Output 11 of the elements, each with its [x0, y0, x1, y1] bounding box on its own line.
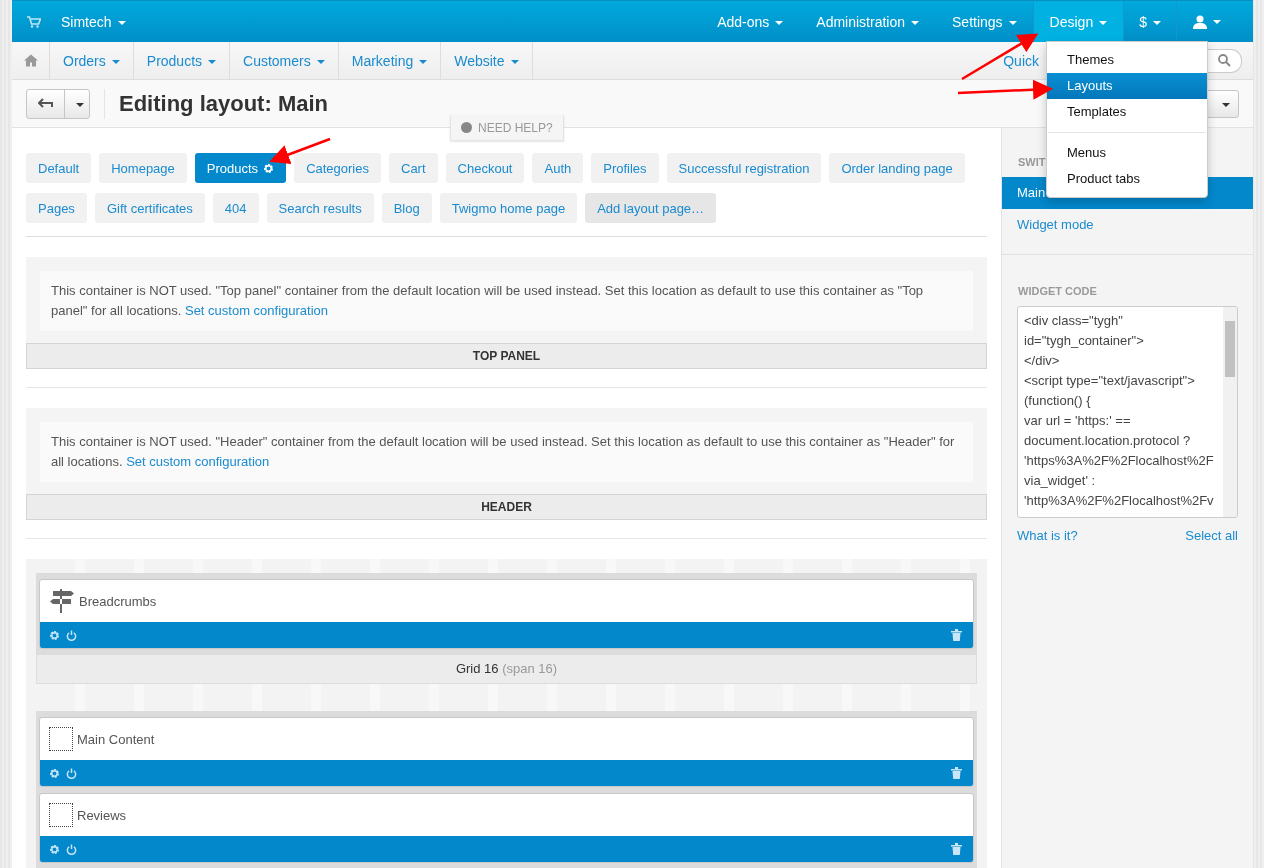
container-title: TOP PANEL	[26, 343, 987, 369]
page-title: Editing layout: Main	[104, 88, 328, 119]
section-heading: WIDGET CODE	[1018, 285, 1097, 297]
container-title: HEADER	[26, 494, 987, 520]
notice-text: This container is NOT used. "Top panel" container from the default location will be used instead. Set this location as default to use this container as "Top panel" for all locations. Set custom configuration	[40, 271, 973, 331]
notice-text: This container is NOT used. "Header" container from the default location will be used instead. Set this location as default to use this container as "Header" for all locations. Set custom configuration	[40, 422, 973, 482]
block-name: Reviews	[77, 807, 127, 823]
section-heading: SWIT	[1018, 156, 1046, 168]
grid-label: Grid 16 (span 16)	[36, 655, 977, 684]
block-name: Breadcrumbs	[79, 593, 157, 609]
block-name: Main Content	[77, 731, 155, 747]
